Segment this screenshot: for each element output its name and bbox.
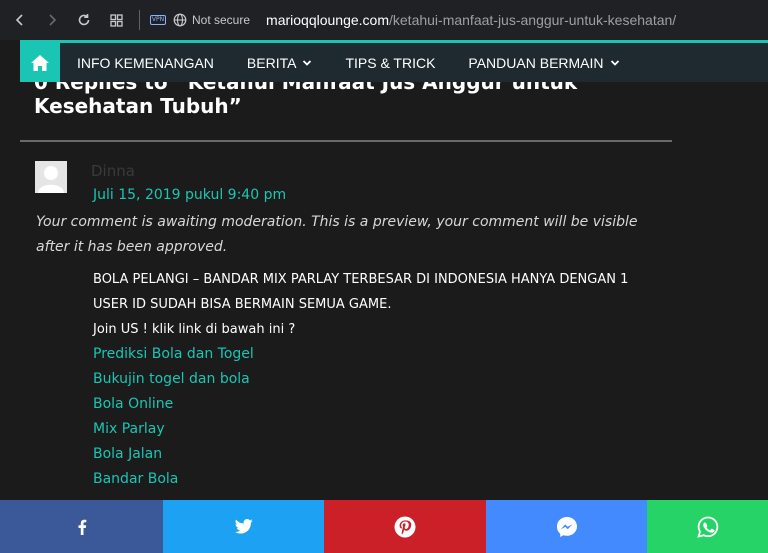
address-bar[interactable]: marioqqlounge.com/ketahui-manfaat-jus-an… xyxy=(266,12,676,28)
menu-label: BERITA xyxy=(246,54,297,71)
chevron-down-icon xyxy=(610,59,619,66)
twitter-share-button[interactable] xyxy=(163,500,324,553)
facebook-share-button[interactable] xyxy=(0,500,163,553)
comment-date-link[interactable]: Juli 15, 2019 pukul 9:40 pm xyxy=(93,187,286,203)
menu-panduan-bermain[interactable]: PANDUAN BERMAIN xyxy=(468,55,619,71)
moderation-notice: Your comment is awaiting moderation. Thi… xyxy=(36,214,638,255)
comment-text: Join US ! klik link di bawah ini ? xyxy=(93,322,296,337)
menu-info-kemenangan[interactable]: INFO KEMENANGAN xyxy=(77,55,214,71)
link-bandar-bola[interactable]: Bandar Bola xyxy=(93,467,663,492)
comment-links: Prediksi Bola dan Togel Bukujin togel da… xyxy=(93,342,663,492)
twitter-icon xyxy=(234,519,253,534)
comments-section: 0 Replies to “Ketahui Manfaat Jus Anggur… xyxy=(20,82,672,502)
forward-button[interactable] xyxy=(37,5,67,35)
security-status[interactable]: Not secure xyxy=(192,13,250,27)
url-host: marioqqlounge.com xyxy=(266,12,389,28)
comments-title: 0 Replies to “Ketahui Manfaat Jus Anggur… xyxy=(34,82,578,118)
vpn-badge[interactable]: VPN xyxy=(150,15,166,25)
pinterest-share-button[interactable] xyxy=(324,500,486,553)
back-arrow-icon xyxy=(15,14,23,26)
menu-label: TIPS & TRICK xyxy=(345,54,436,71)
back-button[interactable] xyxy=(5,5,35,35)
link-prediksi-bola[interactable]: Prediksi Bola dan Togel xyxy=(93,342,663,367)
messenger-icon xyxy=(556,516,577,537)
reload-button[interactable] xyxy=(69,5,99,35)
tabs-grid-button[interactable] xyxy=(101,5,131,35)
globe-icon[interactable] xyxy=(173,13,187,27)
menu-berita[interactable]: BERITA xyxy=(247,55,313,71)
facebook-icon xyxy=(78,519,86,535)
browser-toolbar: VPN Not secure marioqqlounge.com/ketahui… xyxy=(0,0,768,40)
whatsapp-icon xyxy=(696,516,718,538)
menu-label: PANDUAN BERMAIN xyxy=(468,54,604,71)
messenger-share-button[interactable] xyxy=(486,500,647,553)
share-bar xyxy=(0,500,768,553)
url-path: /ketahui-manfaat-jus-anggur-untuk-keseha… xyxy=(389,12,677,28)
section-divider xyxy=(20,140,672,142)
comment-text: BOLA PELANGI – BANDAR MIX PARLAY TERBESA… xyxy=(93,272,629,312)
menu-label: INFO KEMENANGAN xyxy=(77,54,214,71)
grid-icon xyxy=(109,13,123,27)
menu-tips-trick[interactable]: TIPS & TRICK xyxy=(345,55,435,71)
comment-author[interactable]: Dinna xyxy=(91,162,135,180)
site-header: INFO KEMENANGAN BERITA TIPS & TRICK PAND… xyxy=(0,40,768,82)
chevron-down-icon xyxy=(303,59,312,66)
reload-icon xyxy=(78,14,90,26)
pinterest-icon xyxy=(394,516,416,537)
home-button[interactable] xyxy=(20,43,60,82)
user-silhouette-icon xyxy=(35,161,67,193)
link-bola-jalan[interactable]: Bola Jalan xyxy=(93,442,663,467)
whatsapp-share-button[interactable] xyxy=(647,500,768,553)
link-bola-online[interactable]: Bola Online xyxy=(93,392,663,417)
link-mix-parlay[interactable]: Mix Parlay xyxy=(93,417,663,442)
forward-arrow-icon xyxy=(49,14,57,26)
main-menu: INFO KEMENANGAN BERITA TIPS & TRICK PAND… xyxy=(20,40,768,82)
home-icon xyxy=(31,54,49,71)
avatar xyxy=(35,161,67,193)
comment-body: BOLA PELANGI – BANDAR MIX PARLAY TERBESA… xyxy=(93,267,663,492)
toolbar-divider xyxy=(139,10,140,30)
link-bukujin[interactable]: Bukujin togel dan bola xyxy=(93,367,663,392)
